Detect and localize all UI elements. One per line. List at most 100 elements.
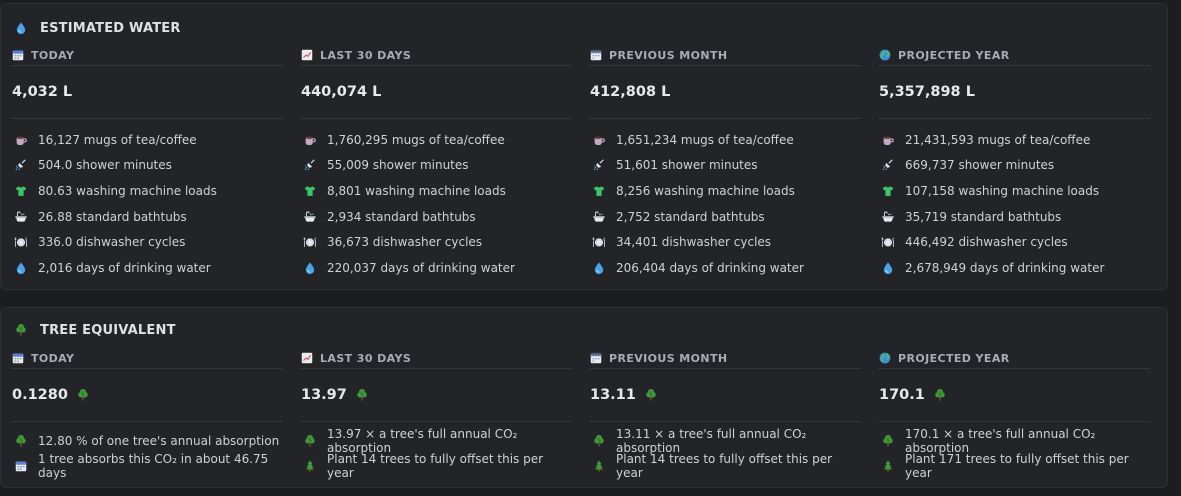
- list-item: Plant 171 trees to fully offset this per…: [878, 452, 1150, 480]
- water-col-previous-month: PREVIOUS MONTH 412,808 L 1,651,234 mugs …: [589, 45, 861, 281]
- plate-icon: [14, 235, 28, 249]
- col-heading: PREVIOUS MONTH: [609, 351, 728, 365]
- tree-value: 170.1: [878, 369, 1150, 421]
- tree-panel-title: TREE EQUIVALENT: [14, 320, 176, 340]
- list-item: 1,651,234 mugs of tea/coffee: [589, 127, 861, 153]
- water-panel: ESTIMATED WATER TODAY 4,032 L 16,127 mug…: [0, 3, 1168, 290]
- pine-icon: [303, 459, 317, 473]
- list-item: 2,752 standard bathtubs: [589, 204, 861, 230]
- calendar-spiral-icon: [589, 48, 603, 62]
- tree-icon: [303, 434, 317, 448]
- calendar-spiral-icon: [589, 351, 603, 365]
- list-item: 8,256 washing machine loads: [589, 178, 861, 204]
- col-heading: TODAY: [31, 48, 75, 62]
- tree-icon: [76, 388, 90, 402]
- tree-icon: [933, 388, 947, 402]
- droplet-icon: [592, 261, 606, 275]
- mug-icon: [14, 133, 28, 147]
- tree-list: 170.1 × a tree's full annual CO₂ absorpt…: [878, 422, 1150, 480]
- list-item: 170.1 × a tree's full annual CO₂ absorpt…: [878, 427, 1150, 455]
- droplet-icon: [881, 261, 895, 275]
- shower-icon: [592, 158, 606, 172]
- list-item: 13.97 × a tree's full annual CO₂ absorpt…: [300, 427, 572, 455]
- calendar-icon: [11, 48, 25, 62]
- water-list: 1,651,234 mugs of tea/coffee 51,601 show…: [589, 119, 861, 281]
- list-item: 35,719 standard bathtubs: [878, 204, 1150, 230]
- bathtub-icon: [14, 210, 28, 224]
- chart-icon: [300, 48, 314, 62]
- list-item: 13.11 × a tree's full annual CO₂ absorpt…: [589, 427, 861, 455]
- shirt-icon: [592, 184, 606, 198]
- tree-icon: [881, 434, 895, 448]
- shirt-icon: [303, 184, 317, 198]
- tree-icon: [14, 323, 28, 337]
- list-item: 504.0 shower minutes: [11, 153, 283, 179]
- water-list: 1,760,295 mugs of tea/coffee 55,009 show…: [300, 119, 572, 281]
- list-item: 669,737 shower minutes: [878, 153, 1150, 179]
- tree-col-previous-month: PREVIOUS MONTH 13.11 13.11 × a tree's fu…: [589, 348, 861, 480]
- list-item: 1 tree absorbs this CO₂ in about 46.75 d…: [11, 452, 283, 480]
- bathtub-icon: [592, 210, 606, 224]
- tree-col-last-30-days: LAST 30 DAYS 13.97 13.97 × a tree's full…: [300, 348, 572, 480]
- col-heading: PROJECTED YEAR: [898, 351, 1010, 365]
- list-item: 107,158 washing machine loads: [878, 178, 1150, 204]
- water-list: 21,431,593 mugs of tea/coffee 669,737 sh…: [878, 119, 1150, 281]
- water-value: 4,032 L: [12, 84, 73, 100]
- shirt-icon: [14, 184, 28, 198]
- tree-list: 12.80 % of one tree's annual absorption …: [11, 422, 283, 480]
- plate-icon: [881, 235, 895, 249]
- globe-icon: [878, 48, 892, 62]
- bathtub-icon: [303, 210, 317, 224]
- chart-icon: [300, 351, 314, 365]
- list-item: Plant 14 trees to fully offset this per …: [300, 452, 572, 480]
- water-panel-title: ESTIMATED WATER: [14, 18, 181, 38]
- plate-icon: [303, 235, 317, 249]
- col-heading: PROJECTED YEAR: [898, 48, 1010, 62]
- list-item: 36,673 dishwasher cycles: [300, 229, 572, 255]
- mug-icon: [592, 133, 606, 147]
- pine-icon: [592, 459, 606, 473]
- tree-panel: TREE EQUIVALENT TODAY 0.1280 12.80 % of …: [0, 307, 1168, 488]
- tree-icon: [644, 388, 658, 402]
- list-item: 206,404 days of drinking water: [589, 255, 861, 281]
- shirt-icon: [881, 184, 895, 198]
- list-item: 55,009 shower minutes: [300, 153, 572, 179]
- tree-icon: [14, 434, 28, 448]
- list-item: 21,431,593 mugs of tea/coffee: [878, 127, 1150, 153]
- list-item: 2,934 standard bathtubs: [300, 204, 572, 230]
- list-item: 51,601 shower minutes: [589, 153, 861, 179]
- col-heading: TODAY: [31, 351, 75, 365]
- tree-value: 13.97: [300, 369, 572, 421]
- list-item: 1,760,295 mugs of tea/coffee: [300, 127, 572, 153]
- tree-value: 13.11: [589, 369, 861, 421]
- droplet-icon: [14, 261, 28, 275]
- col-heading: PREVIOUS MONTH: [609, 48, 728, 62]
- list-item: 2,678,949 days of drinking water: [878, 255, 1150, 281]
- pine-icon: [881, 459, 895, 473]
- water-col-last-30-days: LAST 30 DAYS 440,074 L 1,760,295 mugs of…: [300, 45, 572, 281]
- droplet-icon: [303, 261, 317, 275]
- calendar-icon: [14, 459, 28, 473]
- list-item: 446,492 dishwasher cycles: [878, 229, 1150, 255]
- bathtub-icon: [881, 210, 895, 224]
- list-item: 2,016 days of drinking water: [11, 255, 283, 281]
- shower-icon: [303, 158, 317, 172]
- tree-icon: [355, 388, 369, 402]
- tree-list: 13.11 × a tree's full annual CO₂ absorpt…: [589, 422, 861, 480]
- tree-value: 0.1280: [11, 369, 283, 421]
- list-item: 16,127 mugs of tea/coffee: [11, 127, 283, 153]
- shower-icon: [14, 158, 28, 172]
- list-item: Plant 14 trees to fully offset this per …: [589, 452, 861, 480]
- calendar-icon: [11, 351, 25, 365]
- mug-icon: [303, 133, 317, 147]
- list-item: 26.88 standard bathtubs: [11, 204, 283, 230]
- water-value: 5,357,898 L: [879, 84, 975, 100]
- water-value: 412,808 L: [590, 84, 671, 100]
- list-item: 34,401 dishwasher cycles: [589, 229, 861, 255]
- tree-list: 13.97 × a tree's full annual CO₂ absorpt…: [300, 422, 572, 480]
- col-heading: LAST 30 DAYS: [320, 351, 412, 365]
- list-item: 336.0 dishwasher cycles: [11, 229, 283, 255]
- mug-icon: [881, 133, 895, 147]
- tree-icon: [592, 434, 606, 448]
- col-heading: LAST 30 DAYS: [320, 48, 412, 62]
